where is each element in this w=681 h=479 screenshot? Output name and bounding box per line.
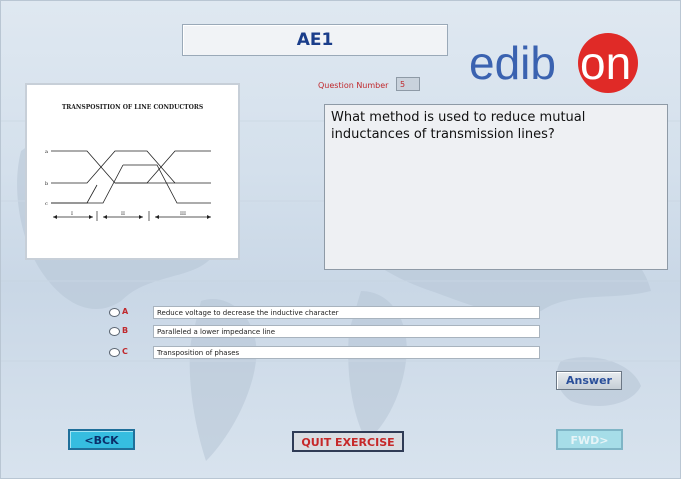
answer-button[interactable]: Answer [556, 371, 622, 390]
figure-section-label-2: II [121, 211, 125, 217]
option-a-text[interactable]: Reduce voltage to decrease the inductive… [153, 306, 540, 319]
edibon-logo: edib on [469, 33, 638, 93]
back-button[interactable]: <BCK [68, 429, 135, 450]
figure-row-label-c: c [45, 201, 48, 207]
option-c-letter: C [122, 347, 128, 356]
option-b-radio[interactable] [109, 327, 120, 336]
figure-section-label-3: III [180, 211, 186, 217]
question-number-field: 5 [396, 77, 420, 91]
option-a-radio[interactable] [109, 308, 120, 317]
figure-row-label-b: b [45, 181, 48, 187]
exercise-title: AE1 [182, 24, 448, 56]
question-text: What method is used to reduce mutual ind… [324, 104, 668, 270]
exercise-window: AE1 edib on Question Number 5 What metho… [0, 0, 681, 479]
option-b-text[interactable]: Paralleled a lower impedance line [153, 325, 540, 338]
svg-text:on: on [580, 37, 631, 89]
option-b-letter: B [122, 326, 129, 335]
forward-button[interactable]: FWD> [556, 429, 623, 450]
transposition-figure: TRANSPOSITION OF LINE CONDUCTORS a b c I… [25, 83, 240, 260]
quit-exercise-button[interactable]: QUIT EXERCISE [292, 431, 404, 452]
question-number-label: Question Number [318, 81, 389, 90]
figure-section-label-1: I [71, 211, 73, 217]
option-c-text[interactable]: Transposition of phases [153, 346, 540, 359]
figure-row-label-a: a [45, 149, 48, 155]
transposition-diagram: a b c I II III [45, 149, 211, 221]
logo-text: edib [469, 37, 556, 89]
option-a-letter: A [122, 307, 129, 316]
option-c-radio[interactable] [109, 348, 120, 357]
